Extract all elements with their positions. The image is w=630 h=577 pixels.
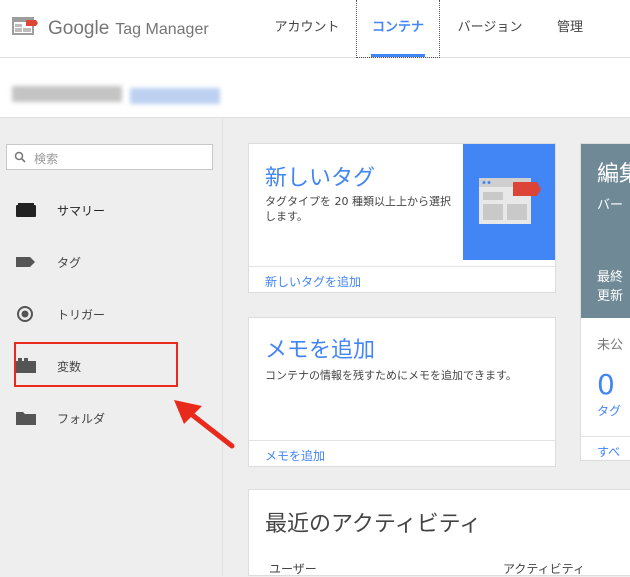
nav-tab-versions[interactable]: バージョン — [446, 0, 534, 58]
container-name-redacted — [12, 86, 122, 102]
sidebar-item-label: トリガー — [57, 308, 106, 322]
add-new-tag-link[interactable]: 新しいタグを追加 — [265, 273, 361, 290]
column-header-activity: アクティビティ — [503, 562, 585, 576]
search-icon — [14, 151, 26, 163]
gtm-logo-icon — [12, 17, 38, 35]
sidebar-item-label: フォルダ — [57, 412, 106, 426]
add-note-card: メモを追加 コンテナの情報を残すためにメモを追加できます。 メモを追加 — [248, 317, 556, 467]
app-logo[interactable]: Google Tag Manager — [48, 18, 209, 40]
sidebar-item-tags[interactable]: タグ — [0, 242, 222, 282]
new-tag-tile[interactable] — [463, 144, 555, 260]
sidebar-item-label: サマリー — [57, 204, 106, 218]
unpublished-label: 未公 — [597, 338, 624, 353]
recent-activity-card: 最近のアクティビティ ユーザー アクティビティ — [248, 489, 630, 576]
unpublished-count[interactable]: 0 — [597, 368, 615, 401]
workspace-latest-line2: 更新 — [597, 289, 624, 304]
nav-tab-label: バージョン — [457, 20, 523, 35]
nav-tab-container[interactable]: コンテナ — [356, 0, 440, 58]
view-all-link[interactable]: すべ — [597, 443, 620, 460]
workspace-subtitle: バー — [597, 198, 624, 213]
highlight-box-annotation — [14, 342, 178, 387]
workspace-latest: 最終 更新 — [597, 268, 623, 306]
sidebar-item-label: タグ — [57, 256, 82, 270]
nav-tab-admin[interactable]: 管理 — [540, 0, 600, 58]
add-note-link[interactable]: メモを追加 — [265, 447, 325, 464]
new-tag-card: 新しいタグ タグタイプを 20 種類以上上から選択します。 新しいタグを追加 — [248, 143, 556, 293]
recent-activity-title: 最近のアクティビティ — [265, 512, 482, 537]
trigger-icon — [17, 306, 33, 322]
container-header — [0, 58, 630, 118]
sidebar-item-triggers[interactable]: トリガー — [0, 294, 222, 334]
new-tag-title[interactable]: 新しいタグ — [265, 160, 375, 192]
container-id-redacted — [130, 88, 220, 104]
top-header: Google Tag Manager アカウント コンテナ バージョン 管理 — [0, 0, 630, 58]
workspace-latest-line1: 最終 — [597, 270, 624, 285]
add-note-footer: メモを追加 — [249, 440, 555, 466]
active-tab-indicator — [371, 54, 425, 57]
workspace-card-header: 編集 バー 最終 更新 — [581, 144, 630, 318]
search-input[interactable]: 検索 — [6, 144, 213, 170]
add-note-description: コンテナの情報を残すためにメモを追加できます。 — [265, 369, 517, 382]
tag-icon — [16, 257, 35, 267]
nav-tab-label: コンテナ — [371, 20, 424, 35]
red-arrow-annotation — [174, 400, 235, 449]
workspace-title: 編集 — [597, 162, 630, 187]
logo-google-text: Google — [48, 18, 110, 39]
summary-icon — [16, 203, 36, 217]
new-tag-footer: 新しいタグを追加 — [249, 266, 555, 292]
workspace-card: 編集 バー 最終 更新 未公 0 タグ すべ — [580, 143, 630, 461]
new-tag-description: タグタイプを 20 種類以上上から選択します。 — [265, 195, 451, 223]
nav-tab-label: アカウント — [274, 20, 340, 35]
sidebar-item-summary[interactable]: サマリー — [0, 190, 222, 230]
logo-product-text: Tag Manager — [115, 21, 209, 38]
nav-tab-label: 管理 — [556, 20, 583, 35]
workspace-footer: すべ — [581, 436, 630, 460]
add-note-title[interactable]: メモを追加 — [265, 332, 375, 364]
tag-browser-icon — [479, 178, 541, 224]
folder-icon — [16, 412, 36, 425]
search-placeholder: 検索 — [34, 152, 59, 166]
unpublished-count-label: タグ — [597, 404, 622, 418]
column-header-user: ユーザー — [269, 562, 317, 576]
nav-tab-account[interactable]: アカウント — [264, 0, 350, 58]
